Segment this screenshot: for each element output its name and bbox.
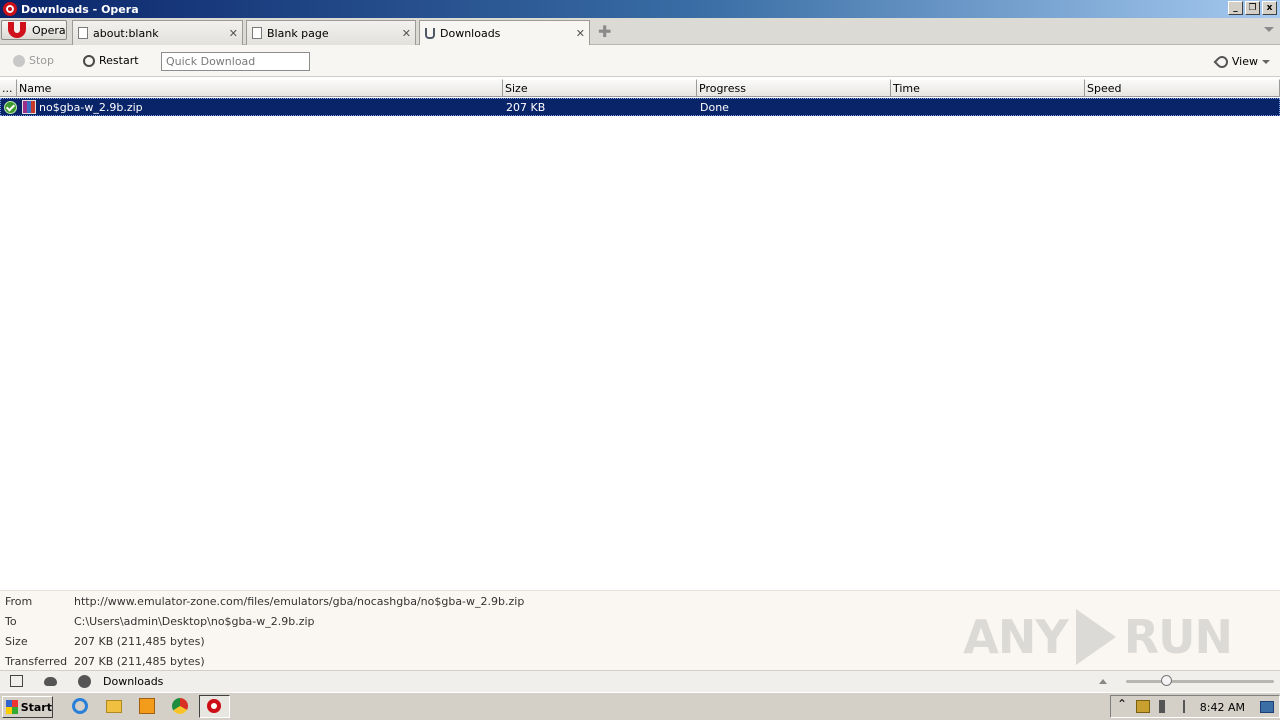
close-button[interactable]: x	[1262, 1, 1277, 15]
media-player-icon[interactable]	[139, 698, 155, 714]
detail-to-value[interactable]: C:\Users\admin\Desktop\no$gba-w_2.9b.zip	[74, 615, 315, 635]
column-header-name[interactable]: Name	[17, 79, 503, 97]
page-icon	[78, 27, 88, 39]
folder-icon[interactable]	[106, 700, 122, 713]
title-bar: Downloads - Opera _ ❐ x	[0, 0, 1280, 18]
restart-label: Restart	[99, 54, 139, 67]
column-header-speed[interactable]: Speed	[1085, 79, 1280, 97]
tab-blank-page[interactable]: Blank page ✕	[246, 20, 416, 45]
tab-about-blank[interactable]: about:blank ✕	[72, 20, 243, 45]
tab-label: about:blank	[93, 26, 159, 40]
tab-downloads[interactable]: Downloads ✕	[419, 20, 590, 46]
detail-from: From http://www.emulator-zone.com/files/…	[5, 595, 524, 615]
volume-icon[interactable]	[1159, 700, 1173, 713]
check-icon	[4, 101, 17, 114]
start-button[interactable]: Start	[2, 696, 53, 718]
opera-icon	[3, 2, 17, 16]
close-tab-icon[interactable]: ✕	[229, 27, 238, 40]
action-center-flag-icon[interactable]	[1183, 700, 1197, 713]
downloads-column-header: ... Name Size Progress Time Speed	[0, 79, 1280, 97]
tab-label: Blank page	[267, 26, 329, 40]
stop-label: Stop	[29, 54, 55, 67]
download-row[interactable]: no$gba-w_2.9b.zip 207 KB Done	[0, 98, 1280, 116]
detail-size-label: Size	[5, 635, 28, 648]
tab-bar: Opera about:blank ✕ Blank page ✕ Downloa…	[0, 18, 1280, 46]
watermark-left: ANY	[963, 610, 1068, 664]
view-label: View	[1231, 55, 1258, 68]
detail-size-value: 207 KB (211,485 bytes)	[74, 635, 205, 648]
watermark-right: RUN	[1123, 610, 1233, 664]
play-icon	[1075, 609, 1116, 665]
ie-icon[interactable]	[72, 698, 88, 714]
show-desktop-icon[interactable]	[1260, 701, 1274, 713]
chevron-up-icon[interactable]	[1099, 679, 1107, 684]
restart-button[interactable]: Restart	[83, 54, 139, 67]
download-name: no$gba-w_2.9b.zip	[39, 101, 143, 114]
view-button[interactable]: View	[1213, 53, 1270, 70]
detail-to-label: To	[5, 615, 17, 628]
restart-icon	[83, 54, 95, 67]
stop-button[interactable]: Stop	[13, 54, 54, 67]
detail-from-value[interactable]: http://www.emulator-zone.com/files/emula…	[74, 595, 524, 615]
zip-icon	[22, 100, 36, 114]
tray-expand-icon[interactable]: ⌃	[1117, 697, 1131, 711]
status-bar: Downloads	[0, 670, 1280, 692]
detail-size: Size 207 KB (211,485 bytes)	[5, 635, 205, 655]
column-header-more[interactable]: ...	[0, 79, 17, 97]
download-details-panel: From http://www.emulator-zone.com/files/…	[0, 590, 1280, 670]
anyrun-watermark: ANY RUN	[963, 609, 1233, 665]
system-tray: ⌃ 8:42 AM	[1110, 695, 1280, 718]
page-icon	[252, 27, 262, 39]
downloads-toolbar: Stop Restart View	[0, 45, 1280, 77]
close-tab-icon[interactable]: ✕	[576, 27, 585, 40]
opera-logo-icon	[8, 22, 26, 38]
speed-dial-icon[interactable]	[78, 675, 91, 688]
stop-icon	[13, 54, 25, 67]
chevron-down-icon	[1262, 59, 1270, 64]
start-label: Start	[20, 700, 52, 714]
zoom-slider-thumb[interactable]	[1161, 675, 1172, 686]
windows-logo-icon	[6, 700, 18, 714]
quick-download-input[interactable]	[161, 52, 310, 71]
downloads-icon	[425, 28, 435, 39]
close-tab-icon[interactable]: ✕	[402, 27, 411, 40]
opera-menu-button[interactable]: Opera	[1, 20, 67, 40]
detail-to: To C:\Users\admin\Desktop\no$gba-w_2.9b.…	[5, 615, 315, 635]
detail-from-label: From	[5, 595, 33, 608]
clock[interactable]: 8:42 AM	[1200, 701, 1245, 714]
network-icon[interactable]	[1136, 700, 1150, 713]
download-progress: Done	[700, 101, 729, 114]
zoom-slider-track[interactable]	[1126, 680, 1274, 683]
tab-list-chevron-icon[interactable]	[1264, 27, 1274, 32]
column-header-progress[interactable]: Progress	[697, 79, 891, 97]
panel-icon[interactable]	[10, 675, 23, 687]
status-label: Downloads	[103, 675, 164, 688]
column-header-size[interactable]: Size	[503, 79, 697, 97]
tab-label: Downloads	[440, 27, 501, 40]
opera-taskbar-button[interactable]	[199, 695, 230, 718]
column-header-time[interactable]: Time	[891, 79, 1085, 97]
wrench-icon	[1213, 53, 1231, 70]
window-title: Downloads - Opera	[21, 2, 139, 16]
cloud-icon[interactable]	[44, 677, 57, 686]
minimize-button[interactable]: _	[1228, 1, 1243, 15]
restore-button[interactable]: ❐	[1245, 1, 1260, 15]
download-size: 207 KB	[506, 101, 546, 114]
taskbar: Start ⌃ 8:42 AM	[0, 692, 1280, 720]
chrome-icon[interactable]	[172, 698, 188, 714]
opera-menu-label: Opera	[32, 23, 66, 37]
new-tab-button[interactable]: ✚	[598, 24, 611, 40]
window-controls: _ ❐ x	[1228, 1, 1277, 15]
